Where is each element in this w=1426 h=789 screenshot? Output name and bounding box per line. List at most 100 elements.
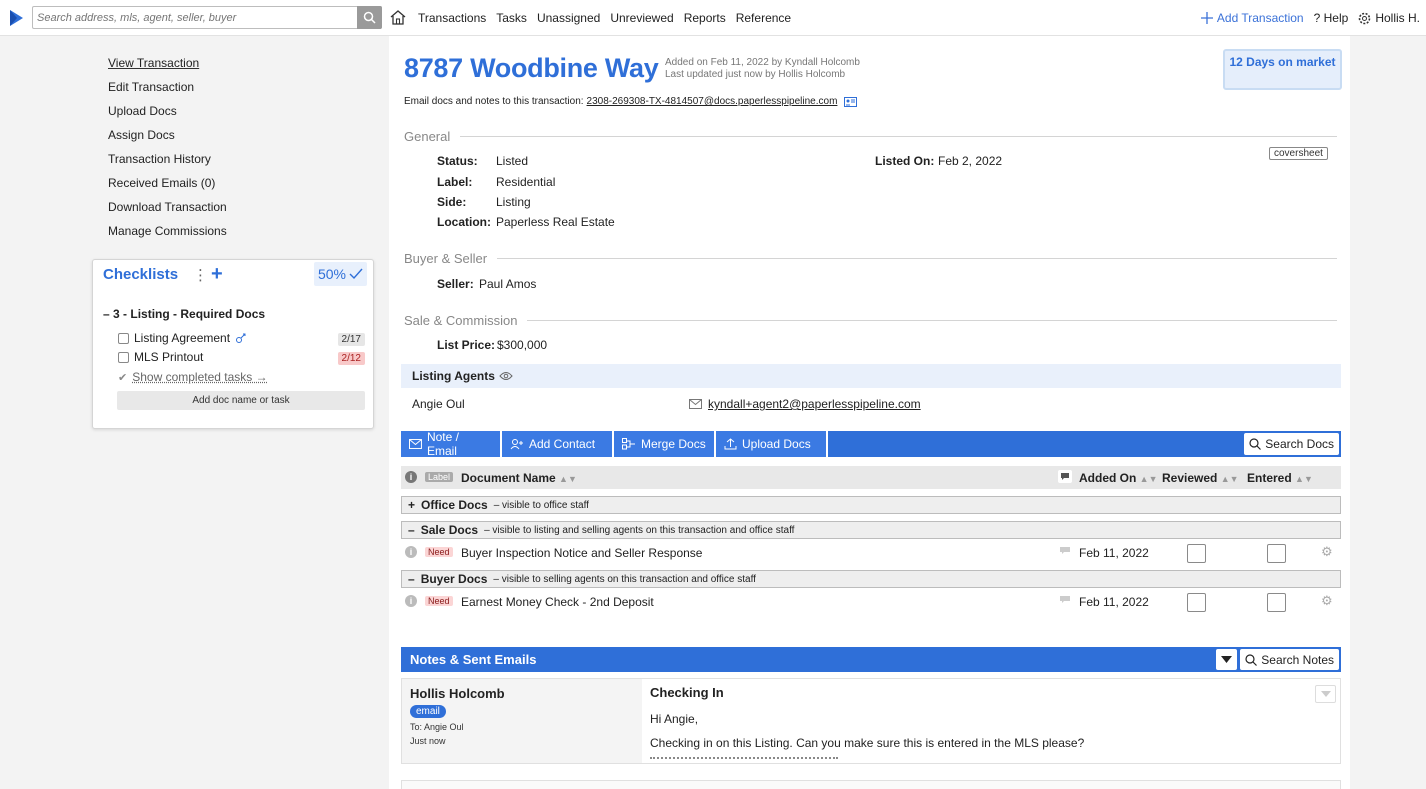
sidebar-received-emails[interactable]: Received Emails (0) — [108, 176, 227, 200]
checklists-title[interactable]: Checklists — [103, 266, 178, 283]
need-badge: Need — [425, 547, 453, 557]
sidebar-upload-docs[interactable]: Upload Docs — [108, 104, 227, 128]
document-name-header[interactable]: Document Name ▲▼ — [461, 471, 577, 485]
info-icon[interactable]: i — [405, 471, 417, 483]
coversheet-button[interactable]: coversheet — [1269, 147, 1328, 160]
nav-tasks[interactable]: Tasks — [496, 11, 527, 25]
sidebar-transaction-history[interactable]: Transaction History — [108, 152, 227, 176]
link-icon[interactable] — [235, 332, 247, 344]
checklist-checkbox[interactable] — [118, 352, 129, 363]
seller-value: Paul Amos — [479, 277, 536, 291]
sidebar-view-transaction[interactable]: View Transaction — [108, 56, 227, 80]
sidebar-download-transaction[interactable]: Download Transaction — [108, 200, 227, 224]
reviewed-checkbox[interactable] — [1187, 544, 1206, 563]
transaction-email-link[interactable]: 2308-269308-TX-4814507@docs.paperlesspip… — [587, 96, 838, 107]
page-title: 8787 Woodbine Way — [404, 53, 658, 84]
note-author: Hollis Holcomb — [410, 686, 634, 701]
top-right-menu: Add Transaction ? Help Hollis H. — [1201, 11, 1420, 25]
eye-icon[interactable] — [499, 371, 513, 381]
location-value: Paperless Real Estate — [496, 215, 615, 229]
show-completed-link[interactable]: ✔ Show completed tasks → — [118, 370, 268, 384]
checklist-group[interactable]: – 3 - Listing - Required Docs — [103, 307, 265, 321]
collapse-icon: – — [408, 523, 415, 537]
label-column-header[interactable]: Label — [425, 472, 453, 482]
note-options-dropdown[interactable] — [1315, 685, 1336, 703]
search-button[interactable] — [357, 6, 382, 29]
search-icon — [363, 11, 376, 24]
checklist-item-label[interactable]: MLS Printout — [134, 350, 203, 364]
note-truncation-divider — [650, 757, 838, 759]
search-input[interactable] — [33, 7, 355, 28]
home-icon[interactable] — [389, 9, 407, 29]
agent-email-link[interactable]: kyndall+agent2@paperlesspipeline.com — [708, 397, 921, 411]
transaction-email-line: Email docs and notes to this transaction… — [404, 96, 857, 107]
search-notes-button[interactable]: Search Notes — [1240, 649, 1339, 670]
entered-checkbox[interactable] — [1267, 544, 1286, 563]
merge-docs-button[interactable]: Merge Docs — [614, 431, 716, 457]
add-contact-button[interactable]: Add Contact — [502, 431, 614, 457]
document-row[interactable]: i Need Buyer Inspection Notice and Selle… — [401, 542, 1341, 564]
added-on-header-label: Added On — [1079, 471, 1136, 485]
sidebar-manage-commissions[interactable]: Manage Commissions — [108, 224, 227, 248]
updated-text: Last updated just now by Hollis Holcomb — [665, 69, 860, 81]
add-checklist-button[interactable]: + — [211, 263, 223, 286]
add-transaction-button[interactable]: Add Transaction — [1201, 11, 1304, 25]
nav-transactions[interactable]: Transactions — [418, 11, 486, 25]
notes-filter-dropdown[interactable] — [1216, 649, 1237, 670]
email-prefix: Email docs and notes to this transaction… — [404, 96, 584, 107]
reviewed-checkbox[interactable] — [1187, 593, 1206, 612]
help-label: Help — [1324, 11, 1349, 25]
document-name[interactable]: Earnest Money Check - 2nd Deposit — [461, 595, 654, 609]
envelope-icon — [689, 399, 702, 409]
nav-unassigned[interactable]: Unassigned — [537, 11, 600, 25]
gear-icon[interactable]: ⚙ — [1321, 593, 1333, 609]
add-doc-task-input[interactable]: Add doc name or task — [117, 391, 365, 410]
entered-header[interactable]: Entered ▲▼ — [1247, 471, 1313, 485]
document-name[interactable]: Buyer Inspection Notice and Seller Respo… — [461, 546, 702, 560]
note-content: Checking In Hi Angie, Checking in on thi… — [650, 685, 1084, 755]
comment-icon[interactable] — [1059, 594, 1071, 608]
checklist-item-label[interactable]: Listing Agreement — [134, 331, 230, 345]
comment-icon[interactable] — [1059, 545, 1071, 559]
entered-checkbox[interactable] — [1267, 593, 1286, 612]
gear-icon[interactable]: ⚙ — [1321, 544, 1333, 560]
comment-icon[interactable] — [1058, 470, 1072, 486]
sidebar-edit-transaction[interactable]: Edit Transaction — [108, 80, 227, 104]
note-email-button[interactable]: Note / Email — [401, 431, 502, 457]
contact-card-icon[interactable] — [844, 97, 857, 107]
nav-reports[interactable]: Reports — [684, 11, 726, 25]
search-docs-button[interactable]: Search Docs — [1244, 433, 1339, 455]
label-value: Residential — [496, 175, 555, 189]
info-icon[interactable]: i — [405, 595, 417, 607]
upload-docs-button[interactable]: Upload Docs — [716, 431, 828, 457]
nav-unreviewed[interactable]: Unreviewed — [610, 11, 673, 25]
list-price-label: List Price: — [437, 338, 497, 352]
note-card[interactable]: Hollis Holcomb email To: Angie Oul Just … — [401, 678, 1341, 764]
note-card[interactable] — [401, 780, 1341, 789]
doc-group-office[interactable]: + Office Docs – visible to office staff — [401, 496, 1341, 514]
document-row[interactable]: i Need Earnest Money Check - 2nd Deposit… — [401, 591, 1341, 613]
logo-icon[interactable] — [6, 7, 28, 29]
upload-docs-label: Upload Docs — [742, 437, 811, 451]
reviewed-header[interactable]: Reviewed ▲▼ — [1162, 471, 1239, 485]
search-icon — [1249, 438, 1261, 450]
doc-group-sale[interactable]: – Sale Docs – visible to listing and sel… — [401, 521, 1341, 539]
user-menu[interactable]: Hollis H. — [1358, 11, 1420, 25]
checklist-checkbox[interactable] — [118, 333, 129, 344]
entered-header-label: Entered — [1247, 471, 1292, 485]
checklists-panel: Checklists ⋮ + 50% – 3 - Listing - Requi… — [92, 259, 374, 429]
doc-group-buyer[interactable]: – Buyer Docs – visible to selling agents… — [401, 570, 1341, 588]
list-price-field: List Price: $300,000 — [437, 338, 547, 352]
nav-reference[interactable]: Reference — [736, 11, 791, 25]
more-options-icon[interactable]: ⋮ — [193, 266, 208, 284]
doc-count-badge: 2/17 — [338, 333, 365, 346]
note-body-text: Checking in on this Listing. Can you mak… — [650, 731, 1084, 755]
note-time: Just now — [410, 736, 634, 746]
added-on-header[interactable]: Added On ▲▼ — [1079, 471, 1158, 485]
info-icon[interactable]: i — [405, 546, 417, 558]
checklist-item: MLS Printout — [118, 350, 203, 364]
chevron-down-icon — [1221, 656, 1232, 663]
help-link[interactable]: ? Help — [1314, 11, 1349, 25]
sidebar-assign-docs[interactable]: Assign Docs — [108, 128, 227, 152]
merge-docs-label: Merge Docs — [641, 437, 706, 451]
